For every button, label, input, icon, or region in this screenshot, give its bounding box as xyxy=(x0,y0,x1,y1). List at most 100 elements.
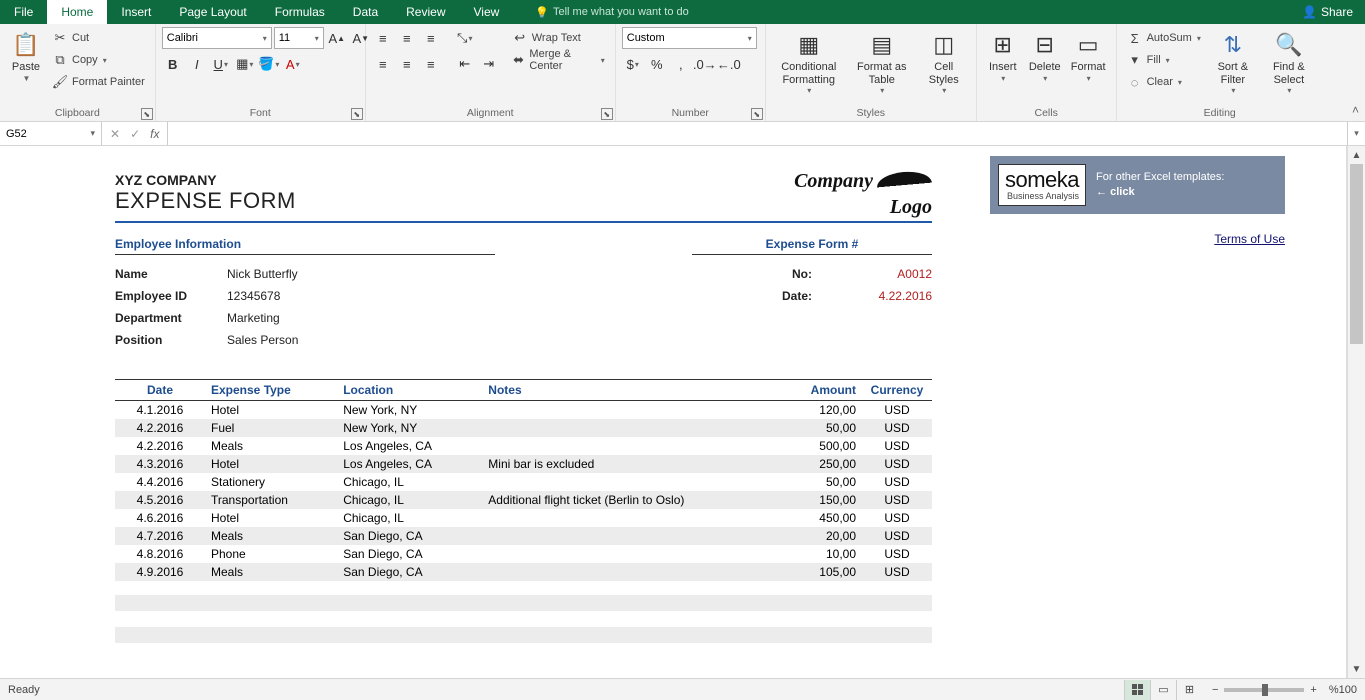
merge-center-button[interactable]: ⬌Merge & Center▾ xyxy=(508,49,609,71)
zoom-knob[interactable] xyxy=(1262,684,1268,696)
increase-font-button[interactable]: A▲ xyxy=(326,27,348,49)
view-page-break-button[interactable]: ⊞ xyxy=(1176,680,1202,700)
sheet-scroll[interactable]: XYZ COMPANY EXPENSE FORM Company Logo Em… xyxy=(0,146,1347,678)
chevron-down-icon: ▾ xyxy=(1087,74,1091,83)
cell-styles-button[interactable]: ◫Cell Styles▾ xyxy=(918,27,970,97)
tab-insert[interactable]: Insert xyxy=(107,0,165,24)
as-table-label: Format as Table xyxy=(852,61,912,86)
group-styles: ▦Conditional Formatting▾ ▤Format as Tabl… xyxy=(766,24,977,121)
align-bottom-button[interactable]: ≡ xyxy=(420,27,442,49)
borders-button[interactable]: ▦▾ xyxy=(234,53,256,75)
name-box[interactable]: G52 ▾ xyxy=(0,122,102,145)
sort-filter-button[interactable]: ⇅Sort & Filter▾ xyxy=(1207,27,1259,97)
cell-date: 4.2.2016 xyxy=(115,419,205,437)
increase-indent-button[interactable]: ⇥ xyxy=(478,53,500,75)
autosum-button[interactable]: ΣAutoSum▾ xyxy=(1123,27,1205,49)
currency-button[interactable]: $▾ xyxy=(622,53,644,75)
cell-currency: USD xyxy=(862,455,932,473)
cell-notes xyxy=(482,419,782,437)
tab-home[interactable]: Home xyxy=(47,0,107,24)
format-painter-button[interactable]: 🖌Format Painter xyxy=(48,71,149,93)
vertical-scrollbar[interactable]: ▲ ▼ xyxy=(1347,146,1365,678)
cell-amount: 105,00 xyxy=(782,563,862,581)
percent-button[interactable]: % xyxy=(646,53,668,75)
formula-input[interactable] xyxy=(168,122,1347,145)
font-color-button[interactable]: A▾ xyxy=(282,53,304,75)
tell-me-search[interactable]: 💡 Tell me what you want to do xyxy=(525,0,698,24)
font-name-select[interactable]: Calibri▾ xyxy=(162,27,272,49)
cell-notes xyxy=(482,563,782,581)
cell-date: 4.7.2016 xyxy=(115,527,205,545)
group-label: Alignment xyxy=(372,105,609,119)
italic-button[interactable]: I xyxy=(186,53,208,75)
sort-label: Sort & Filter xyxy=(1211,61,1255,86)
font-name-value: Calibri xyxy=(167,32,198,44)
dialog-launcher[interactable]: ⬊ xyxy=(751,108,763,120)
increase-decimal-button[interactable]: .0→ xyxy=(694,53,716,75)
bold-button[interactable]: B xyxy=(162,53,184,75)
tab-file[interactable]: File xyxy=(0,0,47,24)
cut-button[interactable]: ✂Cut xyxy=(48,27,149,49)
chevron-down-icon: ▾ xyxy=(275,60,279,69)
accept-formula-button[interactable]: ✓ xyxy=(130,127,140,141)
cancel-formula-button[interactable]: ✕ xyxy=(110,127,120,141)
view-normal-button[interactable] xyxy=(1124,680,1150,700)
align-middle-button[interactable]: ≡ xyxy=(396,27,418,49)
copy-button[interactable]: ⧉Copy▾ xyxy=(48,49,149,71)
promo-box[interactable]: someka Business Analysis For other Excel… xyxy=(990,156,1285,214)
underline-button[interactable]: U▾ xyxy=(210,53,232,75)
number-format-select[interactable]: Custom▾ xyxy=(622,27,757,49)
conditional-formatting-button[interactable]: ▦Conditional Formatting▾ xyxy=(772,27,846,97)
cell-type: Transportation xyxy=(205,491,337,509)
scroll-thumb[interactable] xyxy=(1350,164,1363,344)
zoom-slider[interactable] xyxy=(1224,688,1304,692)
scroll-up-button[interactable]: ▲ xyxy=(1348,146,1365,164)
tab-page-layout[interactable]: Page Layout xyxy=(165,0,260,24)
tab-data[interactable]: Data xyxy=(339,0,392,24)
clear-button[interactable]: ◌Clear▾ xyxy=(1123,71,1205,93)
dialog-launcher[interactable]: ⬊ xyxy=(351,108,363,120)
insert-cells-button[interactable]: ⊞Insert▾ xyxy=(983,27,1023,85)
expand-formula-button[interactable]: ▾ xyxy=(1347,122,1365,145)
terms-link[interactable]: Terms of Use xyxy=(990,232,1285,246)
tab-review[interactable]: Review xyxy=(392,0,459,24)
collapse-ribbon-button[interactable]: ˄ xyxy=(1352,103,1359,117)
paste-button[interactable]: 📋 Paste ▼ xyxy=(6,27,46,85)
font-size-select[interactable]: 11▾ xyxy=(274,27,324,49)
align-center-button[interactable]: ≡ xyxy=(396,53,418,75)
fx-icon[interactable]: fx xyxy=(150,127,159,141)
font-size-value: 11 xyxy=(279,32,290,44)
company-logo: Company Logo xyxy=(794,172,932,217)
fill-color-button[interactable]: 🪣▾ xyxy=(258,53,280,75)
view-page-layout-button[interactable]: ▭ xyxy=(1150,680,1176,700)
fill-button[interactable]: ▾Fill▾ xyxy=(1123,49,1205,71)
find-select-button[interactable]: 🔍Find & Select▾ xyxy=(1261,27,1317,97)
emp-id-label: Employee ID xyxy=(115,289,227,303)
scroll-down-button[interactable]: ▼ xyxy=(1348,660,1365,678)
decrease-decimal-button[interactable]: ←.0 xyxy=(718,53,740,75)
decrease-indent-button[interactable]: ⇤ xyxy=(454,53,476,75)
tab-formulas[interactable]: Formulas xyxy=(261,0,339,24)
dialog-launcher[interactable]: ⬊ xyxy=(601,108,613,120)
cell-location: San Diego, CA xyxy=(337,527,482,545)
wrap-text-button[interactable]: ↩Wrap Text xyxy=(508,27,609,49)
dialog-launcher[interactable]: ⬊ xyxy=(141,108,153,120)
cell-location: New York, NY xyxy=(337,419,482,437)
format-cells-button[interactable]: ▭Format▾ xyxy=(1067,27,1110,85)
col-date: Date xyxy=(115,380,205,401)
zoom-in-button[interactable]: + xyxy=(1310,684,1316,696)
orientation-button[interactable]: ⤡▾ xyxy=(454,27,476,49)
align-left-button[interactable]: ≡ xyxy=(372,53,394,75)
zoom-out-button[interactable]: − xyxy=(1212,684,1218,696)
group-label: Font xyxy=(162,105,359,119)
tab-view[interactable]: View xyxy=(460,0,514,24)
format-label: Format xyxy=(1071,61,1106,74)
align-right-button[interactable]: ≡ xyxy=(420,53,442,75)
group-editing: ΣAutoSum▾ ▾Fill▾ ◌Clear▾ ⇅Sort & Filter▾… xyxy=(1117,24,1323,121)
share-button[interactable]: 👤 Share xyxy=(1290,0,1365,24)
format-as-table-button[interactable]: ▤Format as Table▾ xyxy=(848,27,916,97)
table-row: 4.5.2016TransportationChicago, ILAdditio… xyxy=(115,491,932,509)
delete-cells-button[interactable]: ⊟Delete▾ xyxy=(1025,27,1065,85)
comma-button[interactable]: , xyxy=(670,53,692,75)
align-top-button[interactable]: ≡ xyxy=(372,27,394,49)
